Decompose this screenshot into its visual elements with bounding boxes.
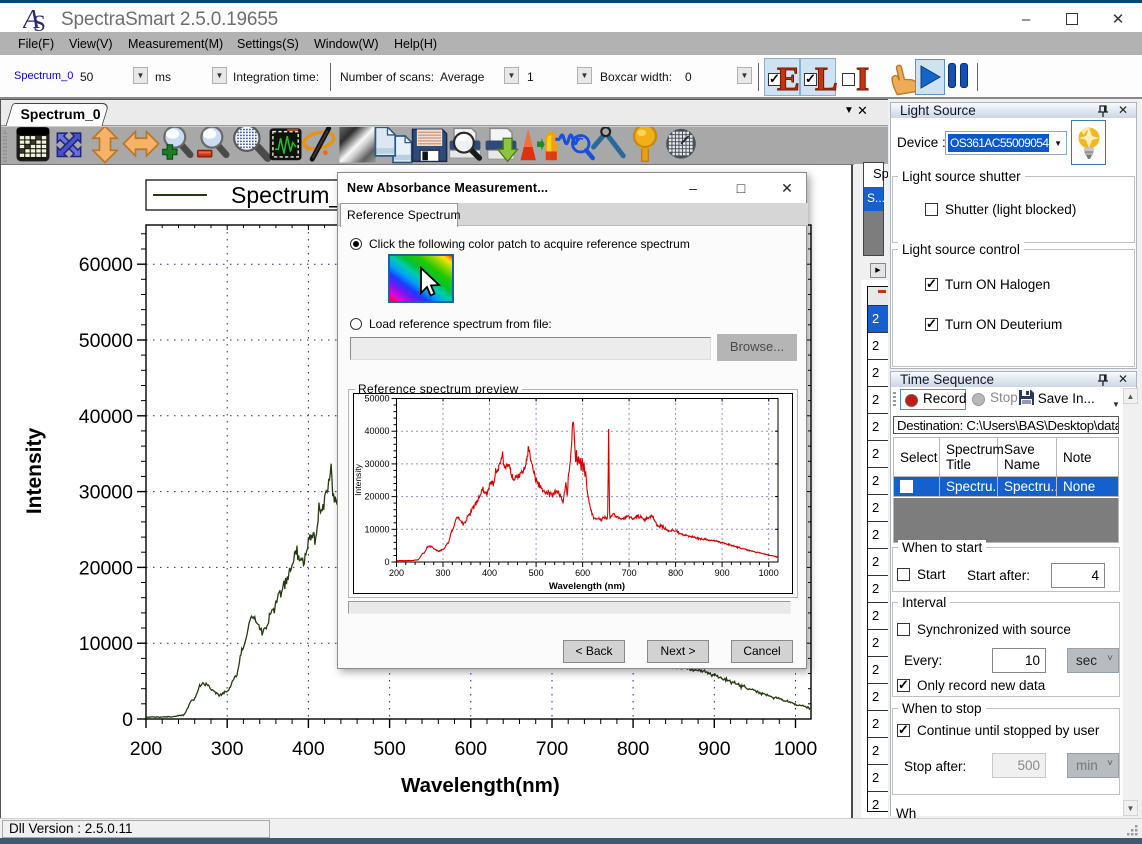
svg-text:0: 0 (384, 557, 389, 567)
svg-text:1000: 1000 (759, 568, 779, 578)
svg-text:900: 900 (698, 738, 731, 760)
svg-text:Wavelength (nm): Wavelength (nm) (549, 581, 625, 592)
svg-text:50000: 50000 (79, 330, 133, 352)
svg-text:400: 400 (482, 568, 497, 578)
svg-text:E: E (777, 61, 800, 98)
svg-text:30000: 30000 (364, 459, 389, 469)
svg-text:800: 800 (617, 738, 650, 760)
svg-text:S: S (33, 11, 46, 34)
svg-text:400: 400 (292, 738, 325, 760)
svg-text:500: 500 (529, 568, 544, 578)
svg-text:Wavelength(nm): Wavelength(nm) (401, 774, 560, 797)
svg-text:30000: 30000 (79, 482, 133, 504)
svg-text:I: I (856, 61, 869, 98)
svg-text:1000: 1000 (774, 738, 818, 760)
svg-text:10000: 10000 (79, 633, 133, 655)
svg-text:L: L (815, 61, 838, 98)
svg-text:20000: 20000 (364, 492, 389, 502)
svg-text:Intensity: Intensity (354, 463, 363, 495)
svg-text:0: 0 (122, 709, 133, 731)
svg-text:800: 800 (668, 568, 683, 578)
svg-text:700: 700 (536, 738, 569, 760)
svg-text:900: 900 (715, 568, 730, 578)
svg-text:200: 200 (130, 738, 163, 760)
svg-text:200: 200 (389, 568, 404, 578)
svg-text:500: 500 (373, 738, 406, 760)
svg-text:300: 300 (211, 738, 244, 760)
svg-text:600: 600 (575, 568, 590, 578)
svg-text:600: 600 (455, 738, 488, 760)
svg-text:40000: 40000 (364, 426, 389, 436)
svg-text:40000: 40000 (79, 406, 133, 428)
svg-text:10000: 10000 (364, 524, 389, 534)
svg-text:50000: 50000 (364, 394, 389, 404)
svg-text:20000: 20000 (79, 557, 133, 579)
svg-text:300: 300 (435, 568, 450, 578)
svg-text:60000: 60000 (79, 254, 133, 276)
svg-text:700: 700 (622, 568, 637, 578)
svg-text:Intensity: Intensity (23, 428, 46, 515)
